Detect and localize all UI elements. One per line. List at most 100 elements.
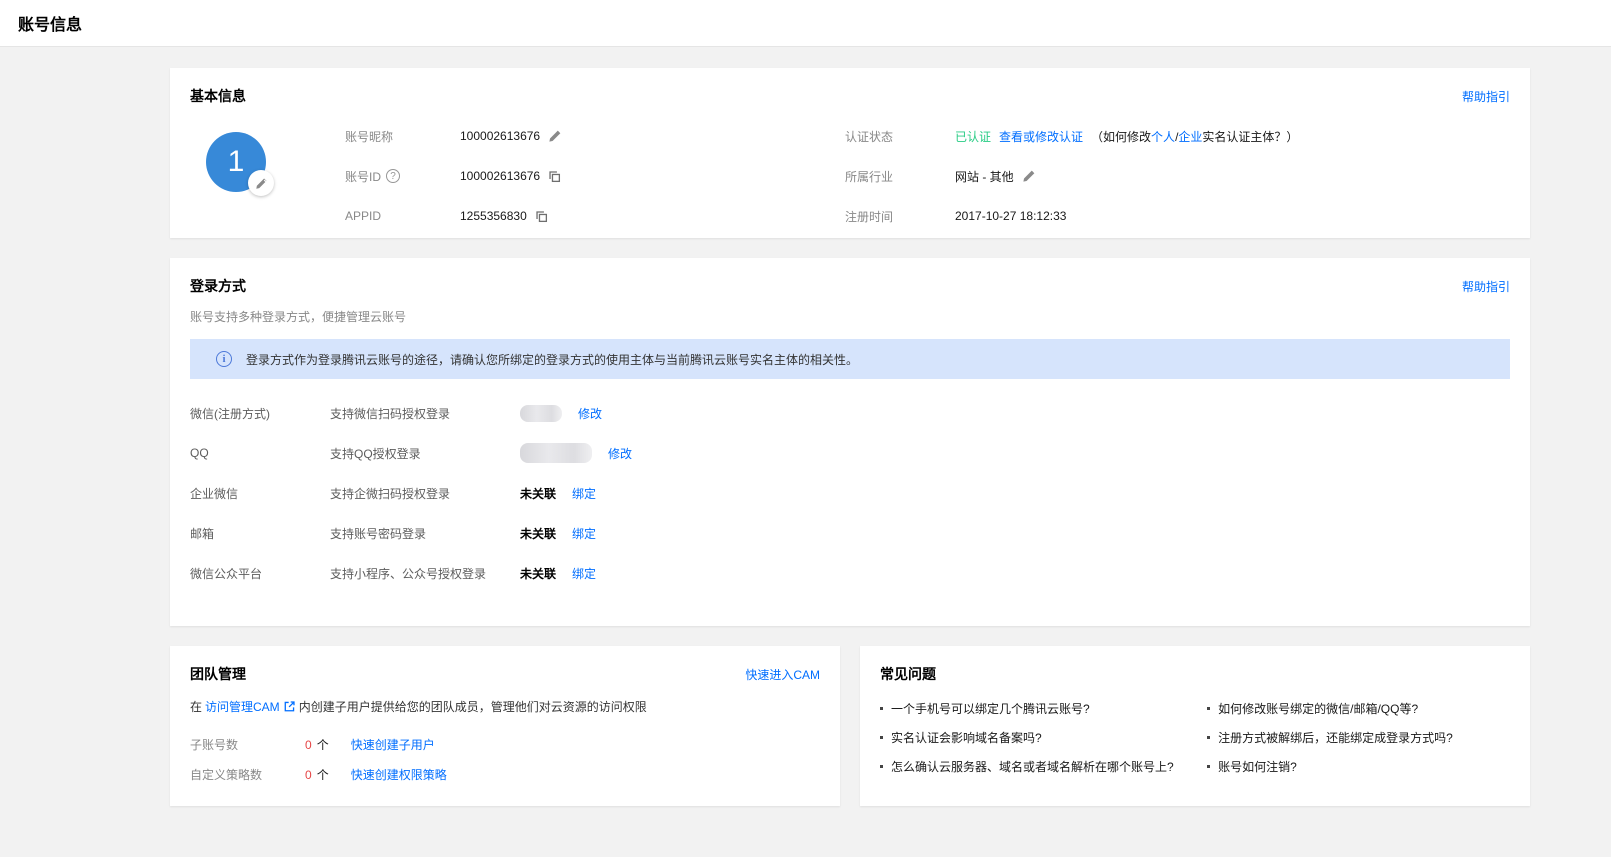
- account-id-label: 账号ID: [345, 168, 381, 185]
- page-header: 账号信息: [0, 0, 1611, 47]
- login-name: 邮箱: [190, 525, 330, 542]
- sub-account-label: 子账号数: [190, 736, 305, 753]
- auth-status-badge: 已认证: [955, 128, 991, 145]
- auth-note: （如何修改个人/企业实名认证主体？）: [1091, 128, 1298, 145]
- login-row-qq: QQ 支持QQ授权登录 修改: [190, 433, 1510, 473]
- custom-policy-count: 0: [305, 768, 312, 782]
- account-id-value: 100002613676: [460, 169, 540, 183]
- edit-industry-icon[interactable]: [1022, 169, 1036, 183]
- login-info-banner: i 登录方式作为登录腾讯云账号的途径，请确认您所绑定的登录方式的使用主体与当前腾…: [190, 339, 1510, 379]
- appid-row: APPID 1255356830: [345, 196, 845, 236]
- login-desc: 支持微信扫码授权登录: [330, 405, 520, 422]
- bullet-icon: [1207, 765, 1210, 768]
- login-desc: 支持小程序、公众号授权登录: [330, 565, 520, 582]
- edit-icon: [255, 177, 268, 190]
- sub-account-row: 子账号数 0 个 快速创建子用户: [190, 731, 820, 758]
- login-desc: 支持账号密码登录: [330, 525, 520, 542]
- modify-wechat-link[interactable]: 修改: [578, 405, 602, 422]
- create-policy-link[interactable]: 快速创建权限策略: [351, 766, 447, 783]
- register-time-label: 注册时间: [845, 208, 955, 225]
- login-row-wechat: 微信(注册方式) 支持微信扫码授权登录 修改: [190, 393, 1510, 433]
- appid-label: APPID: [345, 209, 460, 223]
- faq-item[interactable]: 账号如何注销?: [1207, 758, 1510, 787]
- bind-wechat-mp-link[interactable]: 绑定: [572, 565, 596, 582]
- nickname-row: 账号昵称 100002613676: [345, 116, 845, 156]
- faq-card: 常见问题 一个手机号可以绑定几个腾讯云账号? 实名认证会影响域名备案吗? 怎么确…: [860, 646, 1530, 806]
- faq-item[interactable]: 一个手机号可以绑定几个腾讯云账号?: [880, 700, 1207, 729]
- sub-account-unit: 个: [317, 736, 329, 753]
- login-subtitle: 账号支持多种登录方式，便捷管理云账号: [190, 308, 1510, 325]
- avatar: 1: [206, 132, 266, 192]
- auth-status-row: 认证状态 已认证 查看或修改认证 （如何修改个人/企业实名认证主体？）: [845, 116, 1510, 156]
- faq-title: 常见问题: [880, 664, 936, 684]
- sub-account-count: 0: [305, 738, 312, 752]
- edit-nickname-icon[interactable]: [548, 129, 562, 143]
- info-icon: i: [216, 351, 232, 367]
- login-name: 微信(注册方式): [190, 405, 330, 422]
- auth-modify-link[interactable]: 查看或修改认证: [999, 128, 1083, 145]
- bind-email-link[interactable]: 绑定: [572, 525, 596, 542]
- bullet-icon: [880, 707, 883, 710]
- appid-value: 1255356830: [460, 209, 527, 223]
- enter-cam-link[interactable]: 快速进入CAM: [745, 666, 820, 683]
- team-description: 在 访问管理CAM 内创建子用户提供给您的团队成员，管理他们对云资源的访问权限: [190, 698, 820, 715]
- industry-value: 网站 - 其他: [955, 168, 1014, 185]
- copy-appid-icon[interactable]: [535, 210, 548, 223]
- faq-item[interactable]: 实名认证会影响域名备案吗?: [880, 729, 1207, 758]
- email-status: 未关联: [520, 525, 556, 542]
- login-desc: 支持QQ授权登录: [330, 445, 520, 462]
- account-id-row: 账号ID ? 100002613676: [345, 156, 845, 196]
- avatar-wrap: 1: [190, 116, 345, 236]
- login-help-link[interactable]: 帮助指引: [1462, 278, 1510, 295]
- bullet-icon: [880, 765, 883, 768]
- bullet-icon: [1207, 736, 1210, 739]
- page-title: 账号信息: [18, 11, 82, 35]
- bullet-icon: [1207, 707, 1210, 710]
- nickname-label: 账号昵称: [345, 128, 460, 145]
- wechat-mp-status: 未关联: [520, 565, 556, 582]
- avatar-text: 1: [228, 145, 245, 179]
- login-name: 微信公众平台: [190, 565, 330, 582]
- basic-help-link[interactable]: 帮助指引: [1462, 88, 1510, 105]
- enterprise-auth-link[interactable]: 企业: [1178, 130, 1202, 144]
- login-methods-title: 登录方式: [190, 276, 246, 296]
- login-name: QQ: [190, 446, 330, 460]
- main-content: 基本信息 帮助指引 1 账号昵称 100002613676: [170, 68, 1530, 806]
- copy-account-id-icon[interactable]: [548, 170, 561, 183]
- wecom-status: 未关联: [520, 485, 556, 502]
- team-management-card: 团队管理 快速进入CAM 在 访问管理CAM 内创建子用户提供给您的团队成员，管…: [170, 646, 840, 806]
- faq-item[interactable]: 如何修改账号绑定的微信/邮箱/QQ等?: [1207, 700, 1510, 729]
- bind-wecom-link[interactable]: 绑定: [572, 485, 596, 502]
- nickname-value: 100002613676: [460, 129, 540, 143]
- login-row-email: 邮箱 支持账号密码登录 未关联 绑定: [190, 513, 1510, 553]
- team-title: 团队管理: [190, 664, 246, 684]
- personal-auth-link[interactable]: 个人: [1151, 130, 1175, 144]
- login-row-wecom: 企业微信 支持企微扫码授权登录 未关联 绑定: [190, 473, 1510, 513]
- external-link-icon: [283, 700, 296, 713]
- account-id-help-icon[interactable]: ?: [386, 169, 400, 183]
- avatar-edit-button[interactable]: [248, 170, 274, 196]
- register-time-row: 注册时间 2017-10-27 18:12:33: [845, 196, 1510, 236]
- custom-policy-unit: 个: [317, 766, 329, 783]
- login-banner-text: 登录方式作为登录腾讯云账号的途径，请确认您所绑定的登录方式的使用主体与当前腾讯云…: [246, 351, 858, 368]
- register-time-value: 2017-10-27 18:12:33: [955, 209, 1066, 223]
- masked-qq-account: [520, 443, 592, 463]
- login-methods-card: 登录方式 帮助指引 账号支持多种登录方式，便捷管理云账号 i 登录方式作为登录腾…: [170, 258, 1530, 626]
- custom-policy-label: 自定义策略数: [190, 766, 305, 783]
- masked-wechat-account: [520, 405, 562, 422]
- basic-info-title: 基本信息: [190, 86, 246, 106]
- login-desc: 支持企微扫码授权登录: [330, 485, 520, 502]
- custom-policy-row: 自定义策略数 0 个 快速创建权限策略: [190, 761, 820, 788]
- create-sub-user-link[interactable]: 快速创建子用户: [351, 736, 435, 753]
- cam-console-link[interactable]: 访问管理CAM: [205, 698, 280, 715]
- login-name: 企业微信: [190, 485, 330, 502]
- industry-row: 所属行业 网站 - 其他: [845, 156, 1510, 196]
- login-row-wechat-mp: 微信公众平台 支持小程序、公众号授权登录 未关联 绑定: [190, 553, 1510, 593]
- basic-info-card: 基本信息 帮助指引 1 账号昵称 100002613676: [170, 68, 1530, 238]
- bullet-icon: [880, 736, 883, 739]
- industry-label: 所属行业: [845, 168, 955, 185]
- faq-item[interactable]: 怎么确认云服务器、域名或者域名解析在哪个账号上?: [880, 758, 1207, 787]
- faq-item[interactable]: 注册方式被解绑后，还能绑定成登录方式吗?: [1207, 729, 1510, 758]
- modify-qq-link[interactable]: 修改: [608, 445, 632, 462]
- auth-status-label: 认证状态: [845, 128, 955, 145]
